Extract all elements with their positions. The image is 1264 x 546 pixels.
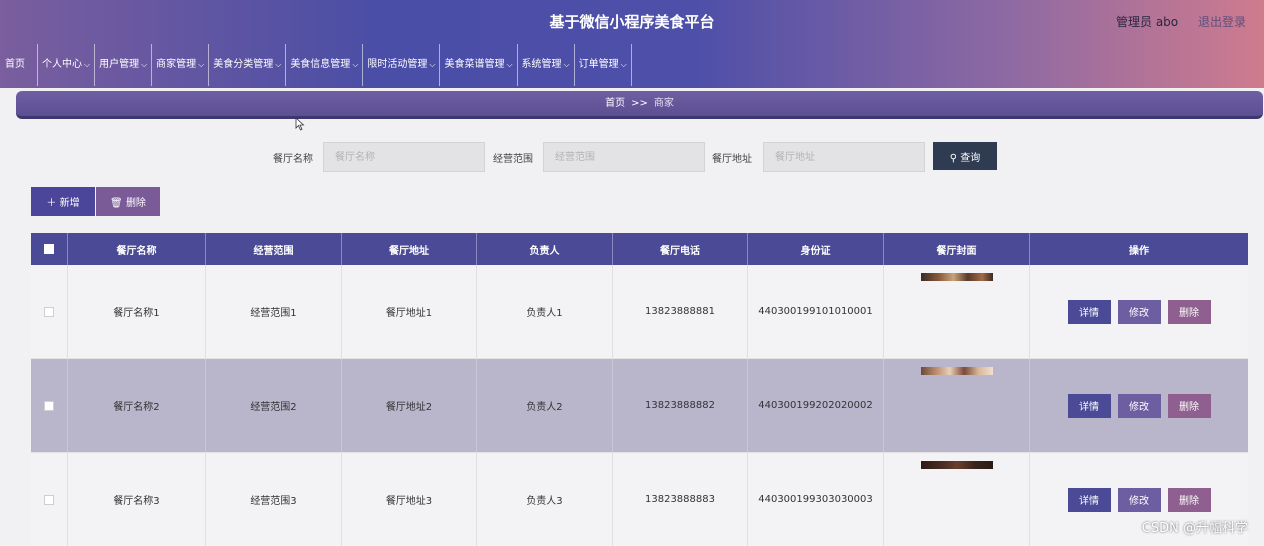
cover-thumbnail bbox=[921, 461, 993, 469]
table-row: 餐厅名称1 经营范围1 餐厅地址1 负责人1 13823888881 44030… bbox=[31, 265, 1248, 359]
nav-item-orders[interactable]: 订单管理 ⌵ bbox=[575, 44, 632, 86]
cell-address: 餐厅地址3 bbox=[342, 453, 477, 546]
business-scope-input[interactable] bbox=[543, 142, 705, 172]
detail-button[interactable]: 详情 bbox=[1067, 393, 1111, 418]
search-icon: ⚲ bbox=[949, 152, 958, 164]
row-checkbox[interactable] bbox=[44, 400, 54, 411]
cell-cover bbox=[884, 359, 1030, 452]
cell-phone: 13823888882 bbox=[613, 359, 748, 452]
search-bar: 餐厅名称 经营范围 餐厅地址 ⚲ 查询 bbox=[0, 142, 1264, 172]
breadcrumb-current: 商家 bbox=[653, 98, 674, 109]
edit-button[interactable]: 修改 bbox=[1117, 299, 1161, 324]
cell-name: 餐厅名称2 bbox=[68, 359, 206, 452]
batch-delete-button[interactable]: 🗑 删除 bbox=[96, 187, 160, 216]
user-area: 管理员 abo 退出登录 bbox=[1116, 13, 1246, 30]
column-header: 餐厅封面 bbox=[884, 233, 1030, 265]
chevron-down-icon: ⌵ bbox=[506, 60, 513, 69]
chevron-down-icon: ⌵ bbox=[84, 60, 91, 69]
restaurant-name-input[interactable] bbox=[323, 142, 485, 172]
chevron-down-icon: ⌵ bbox=[198, 60, 205, 69]
chevron-down-icon: ⌵ bbox=[620, 60, 627, 69]
restaurant-name-label: 餐厅名称 bbox=[273, 154, 313, 165]
column-header: 餐厅电话 bbox=[613, 233, 748, 265]
cell-phone: 13823888883 bbox=[613, 453, 748, 546]
detail-button[interactable]: 详情 bbox=[1067, 487, 1111, 512]
edit-button[interactable]: 修改 bbox=[1117, 487, 1161, 512]
current-user: 管理员 abo bbox=[1116, 15, 1179, 29]
table-row: 餐厅名称3 经营范围3 餐厅地址3 负责人3 13823888883 44030… bbox=[31, 453, 1248, 546]
table-row: 餐厅名称2 经营范围2 餐厅地址2 负责人2 13823888882 44030… bbox=[31, 359, 1248, 453]
chevron-down-icon: ⌵ bbox=[275, 60, 282, 69]
business-scope-label: 经营范围 bbox=[493, 154, 533, 165]
chevron-down-icon: ⌵ bbox=[429, 60, 436, 69]
column-header: 餐厅地址 bbox=[342, 233, 477, 265]
add-button[interactable]: ＋ 新增 bbox=[31, 187, 95, 216]
breadcrumb-home[interactable]: 首页 bbox=[605, 98, 625, 109]
cell-scope: 经营范围1 bbox=[206, 265, 342, 358]
cell-id-card: 440300199303030003 bbox=[748, 453, 884, 546]
cell-phone: 13823888881 bbox=[613, 265, 748, 358]
cover-thumbnail bbox=[921, 273, 993, 281]
table-header: 餐厅名称 经营范围 餐厅地址 负责人 餐厅电话 身份证 餐厅封面 操作 bbox=[31, 233, 1248, 265]
cell-actions: 详情 修改 删除 bbox=[1030, 265, 1248, 358]
breadcrumb-separator: >> bbox=[631, 98, 648, 109]
main-nav: 首页 个人中心 ⌵ 用户管理 ⌵ 商家管理 ⌵ 美食分类管理 ⌵ 美食信息管理 ⌵ 限时活… bbox=[0, 44, 632, 86]
nav-item-food-info[interactable]: 美食信息管理 ⌵ bbox=[286, 44, 364, 86]
cell-scope: 经营范围3 bbox=[206, 453, 342, 546]
nav-item-limited-activity[interactable]: 限时活动管理 ⌵ bbox=[363, 44, 441, 86]
mouse-cursor-icon bbox=[295, 117, 305, 131]
nav-item-food-category[interactable]: 美食分类管理 ⌵ bbox=[209, 44, 287, 86]
cell-cover bbox=[884, 265, 1030, 358]
delete-button[interactable]: 删除 bbox=[1167, 487, 1211, 512]
chevron-down-icon: ⌵ bbox=[352, 60, 359, 69]
edit-button[interactable]: 修改 bbox=[1117, 393, 1161, 418]
plus-icon: ＋ bbox=[46, 198, 57, 209]
watermark: CSDN @升幅科学 bbox=[1141, 521, 1248, 536]
detail-button[interactable]: 详情 bbox=[1067, 299, 1111, 324]
cell-actions: 详情 修改 删除 bbox=[1030, 359, 1248, 452]
delete-button[interactable]: 删除 bbox=[1167, 299, 1211, 324]
cover-thumbnail bbox=[921, 367, 993, 375]
top-header: 基于微信小程序美食平台 管理员 abo 退出登录 首页 个人中心 ⌵ 用户管理 ⌵ … bbox=[0, 0, 1264, 88]
column-header: 负责人 bbox=[477, 233, 613, 265]
row-checkbox[interactable] bbox=[44, 494, 54, 505]
cell-scope: 经营范围2 bbox=[206, 359, 342, 452]
nav-item-user-management[interactable]: 用户管理 ⌵ bbox=[95, 44, 153, 86]
cell-owner: 负责人1 bbox=[477, 265, 613, 358]
column-header: 经营范围 bbox=[206, 233, 342, 265]
select-all-cell bbox=[31, 233, 68, 265]
nav-item-system[interactable]: 系统管理 ⌵ bbox=[518, 44, 575, 86]
breadcrumb: 首页 >> 商家 bbox=[16, 91, 1263, 119]
row-checkbox[interactable] bbox=[44, 306, 54, 317]
merchant-table: 餐厅名称 经营范围 餐厅地址 负责人 餐厅电话 身份证 餐厅封面 操作 餐厅名称… bbox=[31, 233, 1248, 546]
cell-owner: 负责人3 bbox=[477, 453, 613, 546]
column-header: 操作 bbox=[1129, 245, 1149, 257]
nav-item-merchant-management[interactable]: 商家管理 ⌵ bbox=[152, 44, 210, 86]
restaurant-address-input[interactable] bbox=[763, 142, 925, 172]
cell-address: 餐厅地址1 bbox=[342, 265, 477, 358]
cell-id-card: 440300199101010001 bbox=[748, 265, 884, 358]
cell-cover bbox=[884, 453, 1030, 546]
restaurant-address-label: 餐厅地址 bbox=[712, 154, 752, 165]
nav-item-personal-center[interactable]: 个人中心 ⌵ bbox=[38, 44, 96, 86]
cell-id-card: 440300199202020002 bbox=[748, 359, 884, 452]
cell-owner: 负责人2 bbox=[477, 359, 613, 452]
column-header: 餐厅名称 bbox=[68, 233, 206, 265]
site-title: 基于微信小程序美食平台 bbox=[549, 13, 715, 31]
logout-link[interactable]: 退出登录 bbox=[1198, 15, 1246, 29]
chevron-down-icon: ⌵ bbox=[563, 60, 570, 69]
select-all-checkbox[interactable] bbox=[44, 244, 54, 254]
cell-address: 餐厅地址2 bbox=[342, 359, 477, 452]
cell-name: 餐厅名称3 bbox=[68, 453, 206, 546]
trash-icon: 🗑 bbox=[110, 198, 123, 209]
nav-item-food-recipe[interactable]: 美食菜谱管理 ⌵ bbox=[440, 44, 518, 86]
nav-item-home[interactable]: 首页 bbox=[0, 44, 38, 86]
delete-button[interactable]: 删除 bbox=[1167, 393, 1211, 418]
cell-name: 餐厅名称1 bbox=[68, 265, 206, 358]
query-button[interactable]: ⚲ 查询 bbox=[933, 142, 997, 170]
column-header: 身份证 bbox=[748, 233, 884, 265]
chevron-down-icon: ⌵ bbox=[141, 60, 148, 69]
